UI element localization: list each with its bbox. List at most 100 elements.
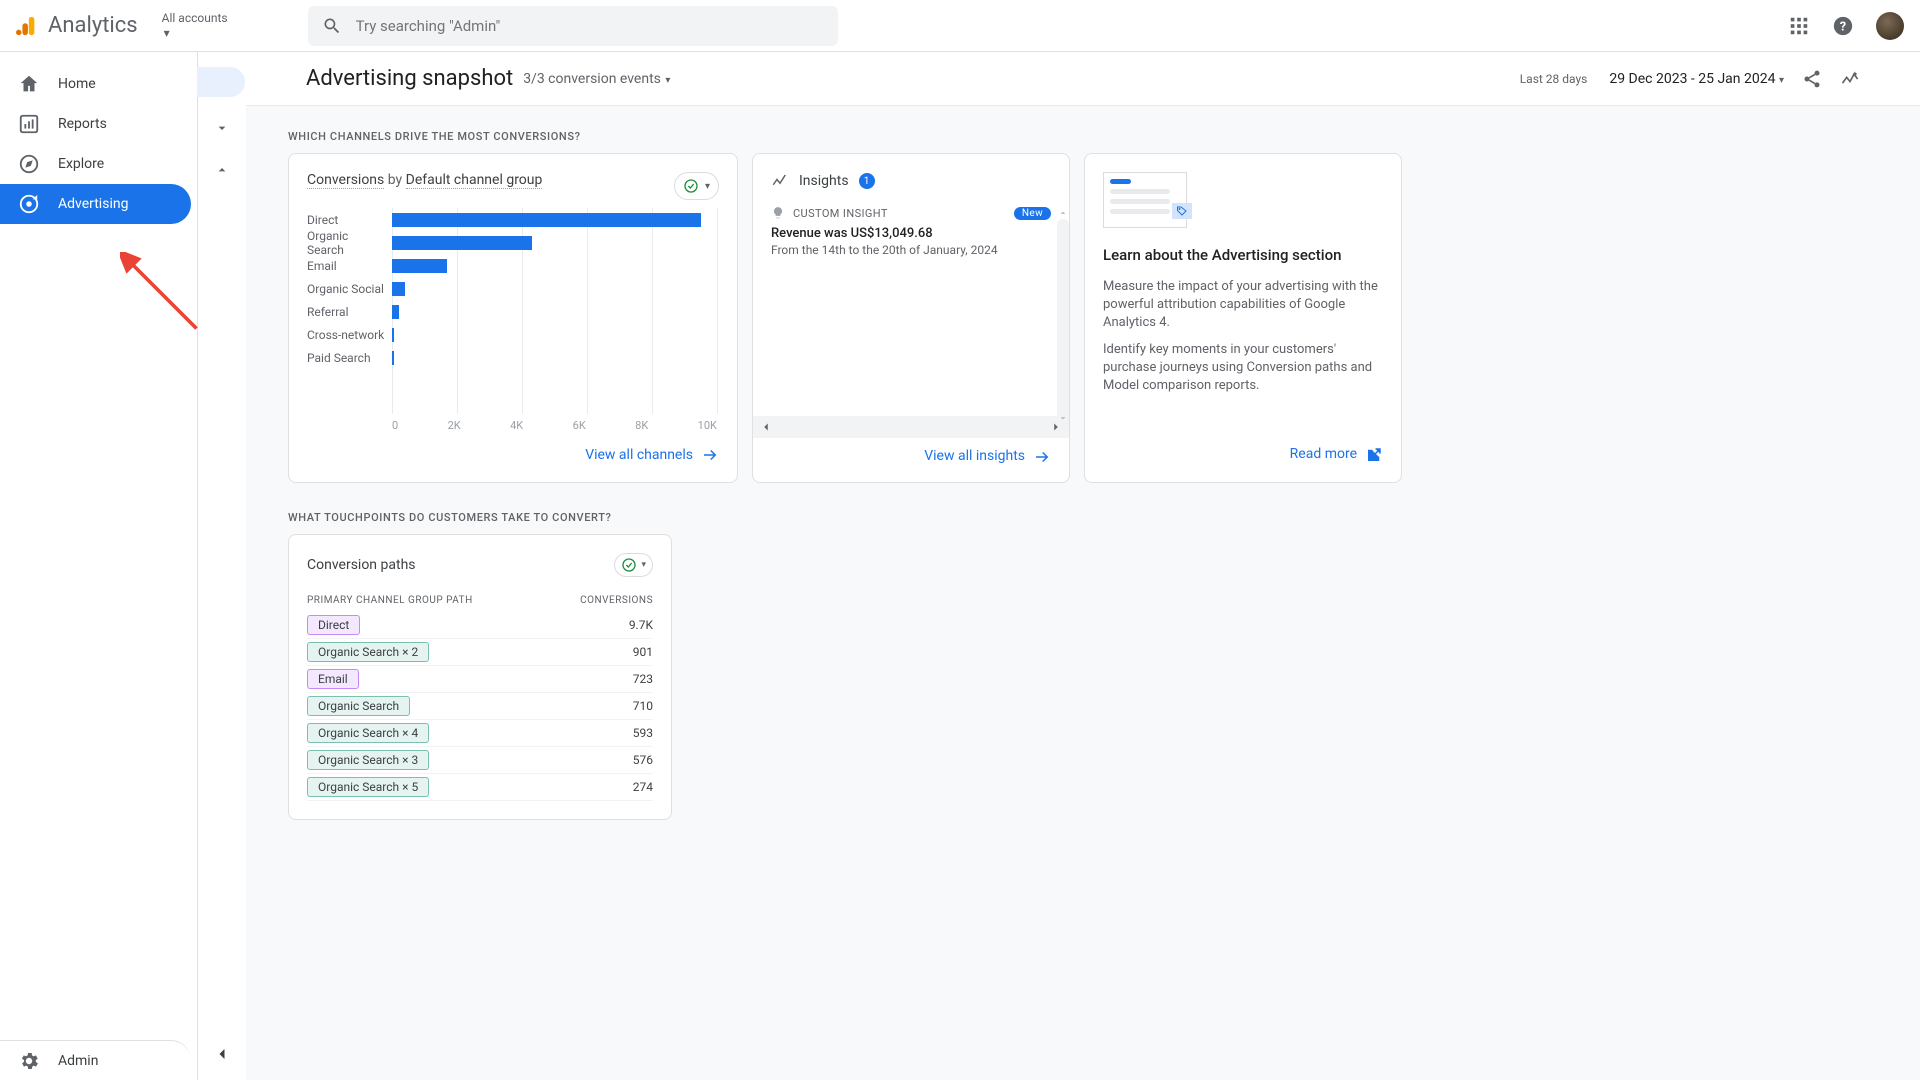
channels-card: Conversions by Default channel group ▾ D… bbox=[288, 153, 738, 483]
active-section-pill bbox=[197, 67, 245, 97]
scroll-thumb[interactable] bbox=[1057, 219, 1069, 429]
section-1-label: WHICH CHANNELS DRIVE THE MOST CONVERSION… bbox=[288, 130, 1878, 143]
search-bar[interactable] bbox=[308, 6, 838, 46]
bar bbox=[392, 213, 701, 227]
arrow-right-icon bbox=[1033, 448, 1051, 466]
bar-label: Referral bbox=[307, 305, 387, 319]
chart-bar-row: Direct bbox=[392, 208, 719, 231]
rail-expand-2[interactable] bbox=[210, 158, 234, 182]
section-2-label: WHAT TOUCHPOINTS DO CUSTOMERS TAKE TO CO… bbox=[288, 511, 1878, 524]
bar bbox=[392, 259, 447, 273]
chart-bar-row: Organic Social bbox=[392, 277, 719, 300]
bar-label: Organic Search bbox=[307, 229, 387, 257]
chart-bar-row: Paid Search bbox=[392, 346, 719, 369]
path-row[interactable]: Organic Search × 3576 bbox=[307, 747, 653, 774]
explore-icon bbox=[18, 153, 40, 175]
top-bar: Analytics All accounts ▾ ? bbox=[0, 0, 1920, 52]
top-actions: ? bbox=[1788, 12, 1904, 40]
account-label: All accounts bbox=[162, 11, 228, 25]
scrollbar[interactable] bbox=[1057, 209, 1069, 422]
insights-count-badge: 1 bbox=[859, 173, 875, 189]
learn-card: Learn about the Advertising section Meas… bbox=[1084, 153, 1402, 483]
nav-reports[interactable]: Reports bbox=[0, 104, 191, 144]
path-row[interactable]: Organic Search 710 bbox=[307, 693, 653, 720]
chevron-down-icon: ▾ bbox=[1779, 75, 1784, 86]
x-tick: 8K bbox=[635, 419, 648, 432]
paths-col-1: PRIMARY CHANNEL GROUP PATH bbox=[307, 595, 473, 606]
path-row[interactable]: Organic Search × 5274 bbox=[307, 774, 653, 801]
date-range-selector[interactable]: 29 Dec 2023 - 25 Jan 2024 ▾ bbox=[1609, 71, 1784, 87]
insights-card: Insights 1 CUSTOM INSIGHT New Revenue wa… bbox=[752, 153, 1070, 483]
card-filter-dropdown[interactable]: ▾ bbox=[674, 172, 719, 200]
path-value: 593 bbox=[633, 726, 653, 740]
nav-advertising[interactable]: Advertising bbox=[0, 184, 191, 224]
chevron-left-icon[interactable] bbox=[759, 420, 773, 434]
path-chip: Direct bbox=[307, 615, 360, 635]
search-input[interactable] bbox=[356, 17, 824, 35]
page-header: Advertising snapshot 3/3 conversion even… bbox=[246, 52, 1920, 106]
period-label: Last 28 days bbox=[1520, 72, 1588, 86]
path-row[interactable]: Organic Search × 2 901 bbox=[307, 639, 653, 666]
nav-label: Advertising bbox=[58, 196, 128, 212]
path-value: 9.7K bbox=[629, 618, 653, 632]
chart-bar-row: Organic Search bbox=[392, 231, 719, 254]
path-row[interactable]: Email723 bbox=[307, 666, 653, 693]
x-tick: 6K bbox=[573, 419, 586, 432]
nav-explore[interactable]: Explore bbox=[0, 144, 191, 184]
nav-admin[interactable]: Admin bbox=[0, 1040, 191, 1080]
chart-bar-row: Cross-network bbox=[392, 323, 719, 346]
user-avatar[interactable] bbox=[1876, 12, 1904, 40]
apps-icon[interactable] bbox=[1788, 15, 1810, 37]
rail-expand-1[interactable] bbox=[210, 116, 234, 140]
nav-home[interactable]: Home bbox=[0, 64, 191, 104]
insight-category: CUSTOM INSIGHT bbox=[793, 207, 888, 220]
gear-icon bbox=[18, 1050, 40, 1072]
view-all-insights-link[interactable]: View all insights bbox=[753, 438, 1069, 482]
channels-bar-chart: DirectOrganic SearchEmailOrganic SocialR… bbox=[307, 200, 719, 438]
home-icon bbox=[18, 73, 40, 95]
bar bbox=[392, 236, 532, 250]
arrow-right-icon bbox=[701, 446, 719, 464]
path-chip: Organic Search bbox=[307, 696, 410, 716]
x-tick: 10K bbox=[698, 419, 717, 432]
bar-label: Email bbox=[307, 259, 387, 273]
bar bbox=[392, 305, 399, 319]
view-all-channels-link[interactable]: View all channels bbox=[307, 438, 719, 464]
conversion-events-selector[interactable]: 3/3 conversion events ▾ bbox=[523, 71, 670, 87]
nav-label: Explore bbox=[58, 156, 104, 172]
help-icon[interactable]: ? bbox=[1832, 15, 1854, 37]
secondary-rail bbox=[198, 52, 246, 1080]
paths-card-title: Conversion paths bbox=[307, 557, 416, 573]
path-value: 710 bbox=[633, 699, 653, 713]
bar-label: Paid Search bbox=[307, 351, 387, 365]
path-value: 901 bbox=[633, 645, 653, 659]
x-tick: 4K bbox=[510, 419, 523, 432]
bar bbox=[392, 282, 405, 296]
share-icon[interactable] bbox=[1802, 69, 1822, 89]
bar-label: Cross-network bbox=[307, 328, 387, 342]
bar bbox=[392, 328, 394, 342]
chart-bar-row: Referral bbox=[392, 300, 719, 323]
insights-title: Insights bbox=[799, 173, 849, 189]
path-row[interactable]: Organic Search × 4593 bbox=[307, 720, 653, 747]
path-chip: Organic Search × 5 bbox=[307, 777, 429, 797]
insights-spark-icon[interactable] bbox=[1840, 69, 1860, 89]
chevron-down-icon: ▾ bbox=[663, 75, 671, 86]
account-selector[interactable]: All accounts ▾ bbox=[162, 11, 228, 40]
read-more-link[interactable]: Read more bbox=[1103, 446, 1383, 464]
nav-label: Admin bbox=[58, 1053, 98, 1069]
product-name: Analytics bbox=[48, 13, 138, 38]
conversion-paths-card: Conversion paths ▾ PRIMARY CHANNEL GROUP… bbox=[288, 534, 672, 820]
check-circle-icon bbox=[683, 178, 699, 194]
channels-card-title: Conversions by Default channel group bbox=[307, 172, 542, 188]
metric-selector[interactable]: Conversions bbox=[307, 172, 384, 189]
bar bbox=[392, 351, 394, 365]
path-row[interactable]: Direct 9.7K bbox=[307, 612, 653, 639]
paths-filter-dropdown[interactable]: ▾ bbox=[614, 553, 653, 577]
nav-label: Home bbox=[58, 76, 96, 92]
open-external-icon bbox=[1365, 446, 1383, 464]
chevron-down-icon: ▾ bbox=[641, 560, 646, 570]
collapse-rail-button[interactable] bbox=[210, 1042, 234, 1066]
dimension-selector[interactable]: Default channel group bbox=[406, 172, 543, 189]
path-chip: Organic Search × 2 bbox=[307, 642, 429, 662]
